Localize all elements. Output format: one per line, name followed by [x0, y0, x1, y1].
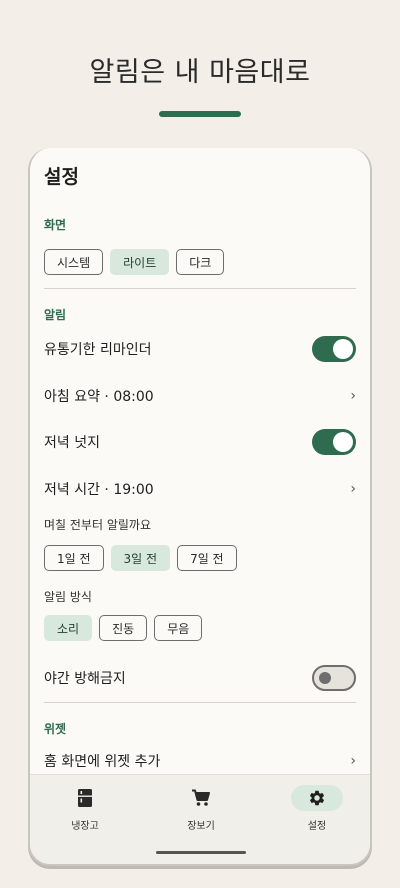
bottom-nav: 냉장고 장보기 설정 — [30, 774, 370, 864]
method-chip-silent[interactable]: 무음 — [154, 615, 203, 641]
add-widget-label: 홈 화면에 위젯 추가 — [44, 754, 161, 770]
section-label-alerts: 알림 — [44, 308, 67, 322]
theme-chip-light[interactable]: 라이트 — [110, 249, 170, 275]
divider — [44, 288, 356, 289]
section-label-widget: 위젯 — [44, 722, 67, 736]
theme-chip-system[interactable]: 시스템 — [44, 249, 104, 275]
evening-nudge-row: 저녁 넛지 — [44, 427, 356, 457]
home-indicator — [156, 851, 246, 854]
gear-icon — [309, 790, 325, 806]
days-chip-1[interactable]: 1일 전 — [44, 545, 104, 571]
hero-underline — [159, 111, 241, 117]
nav-item-fridge[interactable]: 냉장고 — [35, 785, 135, 845]
evening-time-label: 저녁 시간 · 19:00 — [44, 482, 154, 498]
section-label-screen: 화면 — [44, 218, 67, 232]
days-before-label: 며칠 전부터 알릴까요 — [44, 518, 151, 532]
dnd-toggle[interactable] — [312, 665, 356, 691]
nav-icon-wrap — [291, 785, 343, 811]
expiry-reminder-label: 유통기한 리마인더 — [44, 342, 152, 358]
expiry-reminder-row: 유통기한 리마인더 — [44, 334, 356, 364]
method-chip-vibrate[interactable]: 진동 — [99, 615, 148, 641]
days-chip-3[interactable]: 3일 전 — [110, 545, 171, 571]
nav-icon-wrap — [175, 785, 227, 811]
nav-item-settings[interactable]: 설정 — [267, 785, 367, 845]
chevron-right-icon: › — [350, 388, 356, 404]
evening-nudge-toggle[interactable] — [312, 429, 356, 455]
nav-icon-wrap — [59, 785, 111, 811]
page-title: 설정 — [44, 166, 79, 188]
dnd-row: 야간 방해금지 — [44, 663, 356, 693]
nav-item-cart[interactable]: 장보기 — [151, 785, 251, 845]
nav-label-settings: 설정 — [307, 821, 327, 832]
theme-chip-dark[interactable]: 다크 — [176, 249, 225, 275]
chevron-right-icon: › — [350, 481, 356, 497]
evening-nudge-label: 저녁 넛지 — [44, 435, 100, 451]
fridge-icon — [78, 789, 92, 807]
morning-summary-label: 아침 요약 · 08:00 — [44, 389, 154, 405]
dnd-label: 야간 방해금지 — [44, 671, 126, 687]
alert-method-chip-group: 소리 진동 무음 — [44, 615, 203, 641]
nav-label-cart: 장보기 — [187, 821, 215, 832]
cart-icon — [192, 789, 210, 806]
toggle-knob — [333, 432, 353, 452]
evening-time-row[interactable]: 저녁 시간 · 19:00 › — [44, 474, 356, 504]
toggle-knob — [333, 339, 353, 359]
alert-method-label: 알림 방식 — [44, 590, 92, 604]
divider — [44, 702, 356, 703]
days-before-chip-group: 1일 전 3일 전 7일 전 — [44, 545, 237, 571]
expiry-reminder-toggle[interactable] — [312, 336, 356, 362]
toggle-knob — [319, 672, 331, 684]
hero-title: 알림은 내 마음대로 — [89, 57, 311, 88]
add-widget-row[interactable]: 홈 화면에 위젯 추가 › — [44, 746, 356, 776]
theme-chip-group: 시스템 라이트 다크 — [44, 249, 225, 275]
method-chip-sound[interactable]: 소리 — [44, 615, 93, 641]
nav-label-fridge: 냉장고 — [71, 821, 99, 832]
days-chip-7[interactable]: 7일 전 — [177, 545, 237, 571]
chevron-right-icon: › — [350, 753, 356, 769]
phone-frame: 설정 화면 시스템 라이트 다크 알림 유통기한 리마인더 아침 요약 · 08… — [28, 148, 372, 866]
morning-summary-row[interactable]: 아침 요약 · 08:00 › — [44, 381, 356, 411]
